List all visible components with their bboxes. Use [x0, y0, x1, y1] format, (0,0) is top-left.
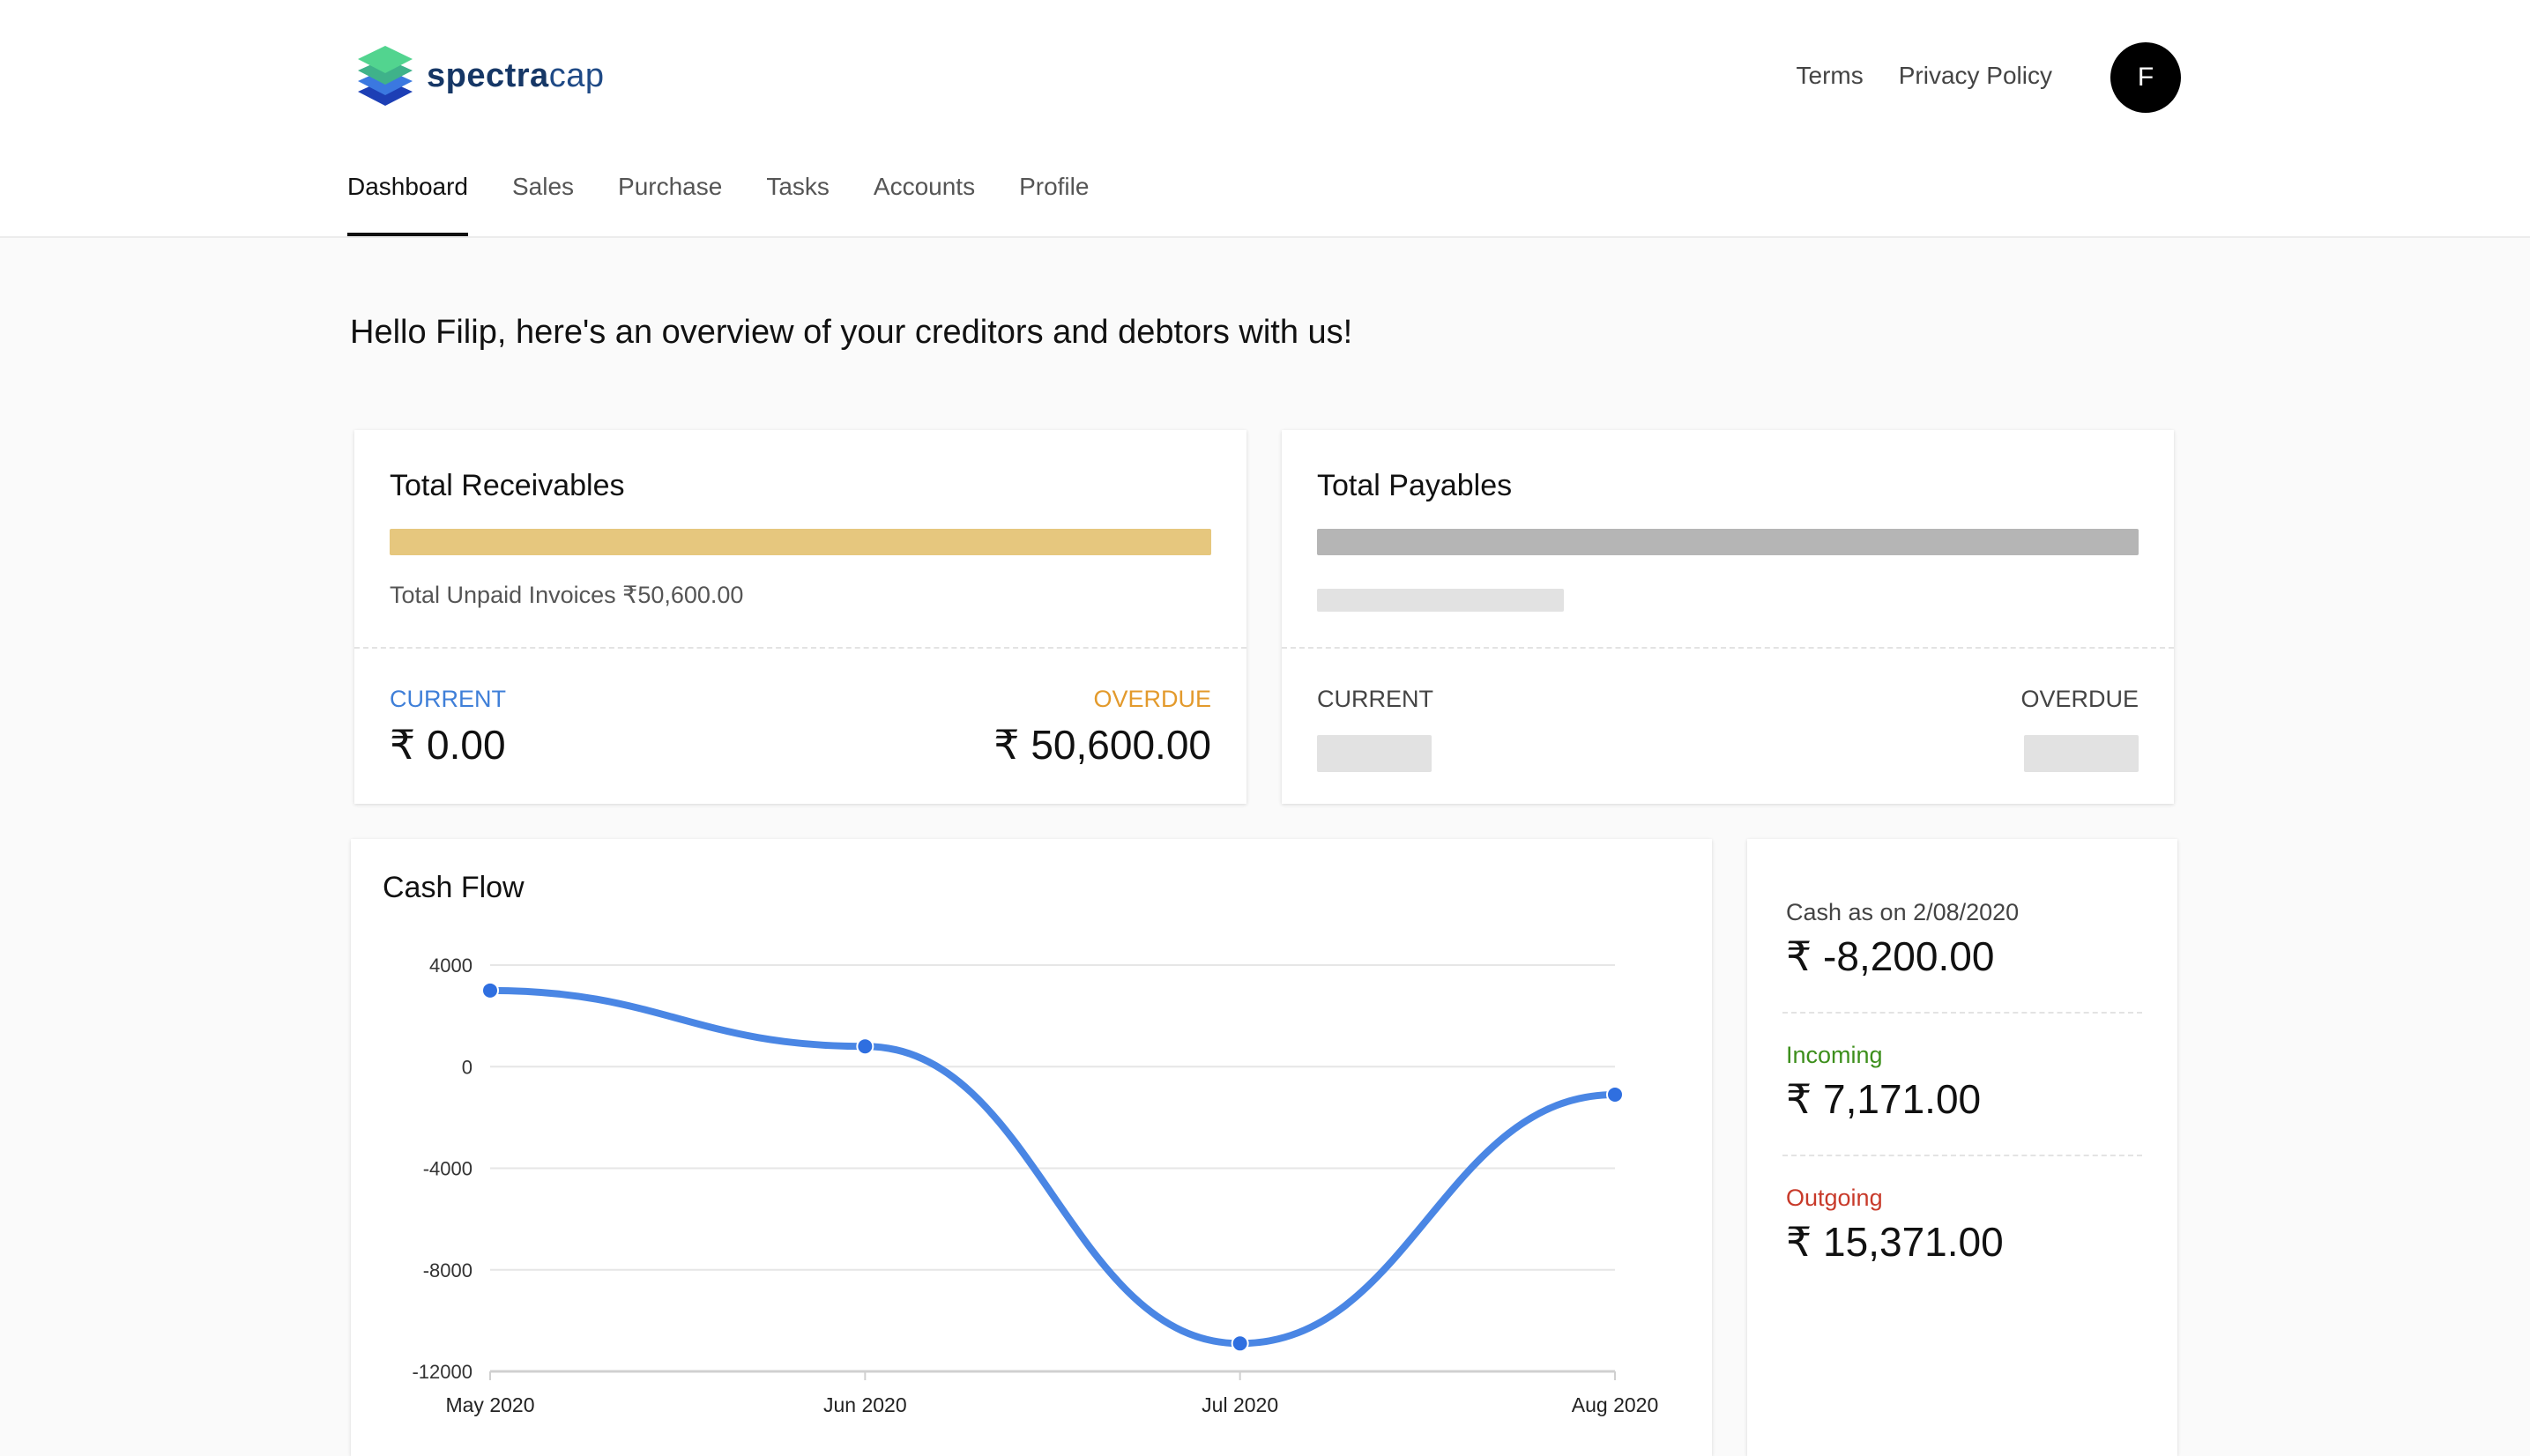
payables-title: Total Payables — [1317, 469, 1513, 502]
outgoing-label: Outgoing — [1786, 1185, 1883, 1211]
y-tick-label: -4000 — [423, 1158, 473, 1180]
tab-profile[interactable]: Profile — [1019, 173, 1111, 236]
greeting-text: Hello Filip, here's an overview of your … — [350, 314, 1353, 351]
x-tick-label: Jun 2020 — [823, 1393, 907, 1416]
data-point[interactable] — [856, 1037, 874, 1056]
spectracap-logo-icon — [358, 46, 413, 106]
brand-name: spectracap — [427, 56, 605, 94]
cash-summary-card: Cash as on 2/08/2020 ₹ -8,200.00 Incomin… — [1747, 839, 2177, 1456]
y-tick-label: -12000 — [412, 1361, 473, 1383]
receivables-overdue-value: ₹ 50,600.00 — [993, 722, 1211, 768]
payables-divider — [1282, 647, 2174, 649]
receivables-divider — [354, 647, 1246, 649]
payables-card: Total Payables CURRENT OVERDUE — [1282, 430, 2174, 804]
payables-overdue-skeleton — [2024, 735, 2139, 772]
tab-sales[interactable]: Sales — [512, 173, 596, 236]
cash-flow-line — [487, 986, 1618, 1348]
app-header: spectracap Terms Privacy Policy F Dashbo… — [0, 0, 2530, 238]
receivables-current-label: CURRENT — [390, 686, 506, 712]
user-avatar[interactable]: F — [2110, 42, 2181, 113]
unpaid-invoices-text: Total Unpaid Invoices ₹50,600.00 — [390, 582, 744, 608]
payables-progress-bar — [1317, 529, 2139, 555]
outgoing-value: ₹ 15,371.00 — [1786, 1219, 2004, 1265]
cash-flow-card: Cash Flow 4000 0 -4000 -8000 -12000 May 2020 J… — [351, 839, 1712, 1456]
x-tick-label: May 2020 — [445, 1393, 534, 1416]
brand-logo[interactable]: spectracap — [356, 44, 604, 108]
data-point[interactable] — [481, 981, 499, 999]
x-tick-label: Aug 2020 — [1572, 1393, 1658, 1416]
y-tick-label: 0 — [462, 1056, 473, 1078]
main-tabs: Dashboard Sales Purchase Tasks Accounts … — [347, 173, 1133, 236]
y-tick-label: 4000 — [429, 955, 473, 977]
tab-accounts[interactable]: Accounts — [874, 173, 997, 236]
cash-flow-chart: 4000 0 -4000 -8000 -12000 May 2020 Jun 2020 Jul… — [412, 955, 1658, 1416]
privacy-policy-link[interactable]: Privacy Policy — [1899, 62, 2052, 90]
tab-tasks[interactable]: Tasks — [766, 173, 852, 236]
y-tick-label: -8000 — [423, 1259, 473, 1281]
receivables-card: Total Receivables Total Unpaid Invoices … — [354, 430, 1246, 804]
receivables-title: Total Receivables — [390, 469, 625, 502]
cash-divider-2 — [1782, 1155, 2142, 1156]
receivables-current-value: ₹ 0.00 — [390, 722, 506, 768]
x-tick-label: Jul 2020 — [1202, 1393, 1278, 1416]
incoming-value: ₹ 7,171.00 — [1786, 1076, 1982, 1122]
terms-link[interactable]: Terms — [1797, 62, 1864, 90]
top-links: Terms Privacy Policy — [1797, 62, 2053, 90]
data-point[interactable] — [1606, 1085, 1624, 1103]
receivables-overdue-label: OVERDUE — [1093, 686, 1211, 712]
payables-current-label: CURRENT — [1317, 686, 1433, 712]
receivables-progress-bar — [390, 529, 1211, 555]
incoming-label: Incoming — [1786, 1042, 1883, 1068]
tab-dashboard[interactable]: Dashboard — [347, 173, 468, 236]
payables-unpaid-skeleton — [1317, 589, 1564, 612]
cash-as-on-label: Cash as on 2/08/2020 — [1786, 899, 2020, 925]
payables-current-skeleton — [1317, 735, 1432, 772]
cash-divider-1 — [1782, 1012, 2142, 1014]
payables-overdue-label: OVERDUE — [2020, 686, 2139, 712]
tab-purchase[interactable]: Purchase — [618, 173, 744, 236]
data-point[interactable] — [1231, 1334, 1249, 1353]
cash-as-on-value: ₹ -8,200.00 — [1786, 933, 1995, 979]
